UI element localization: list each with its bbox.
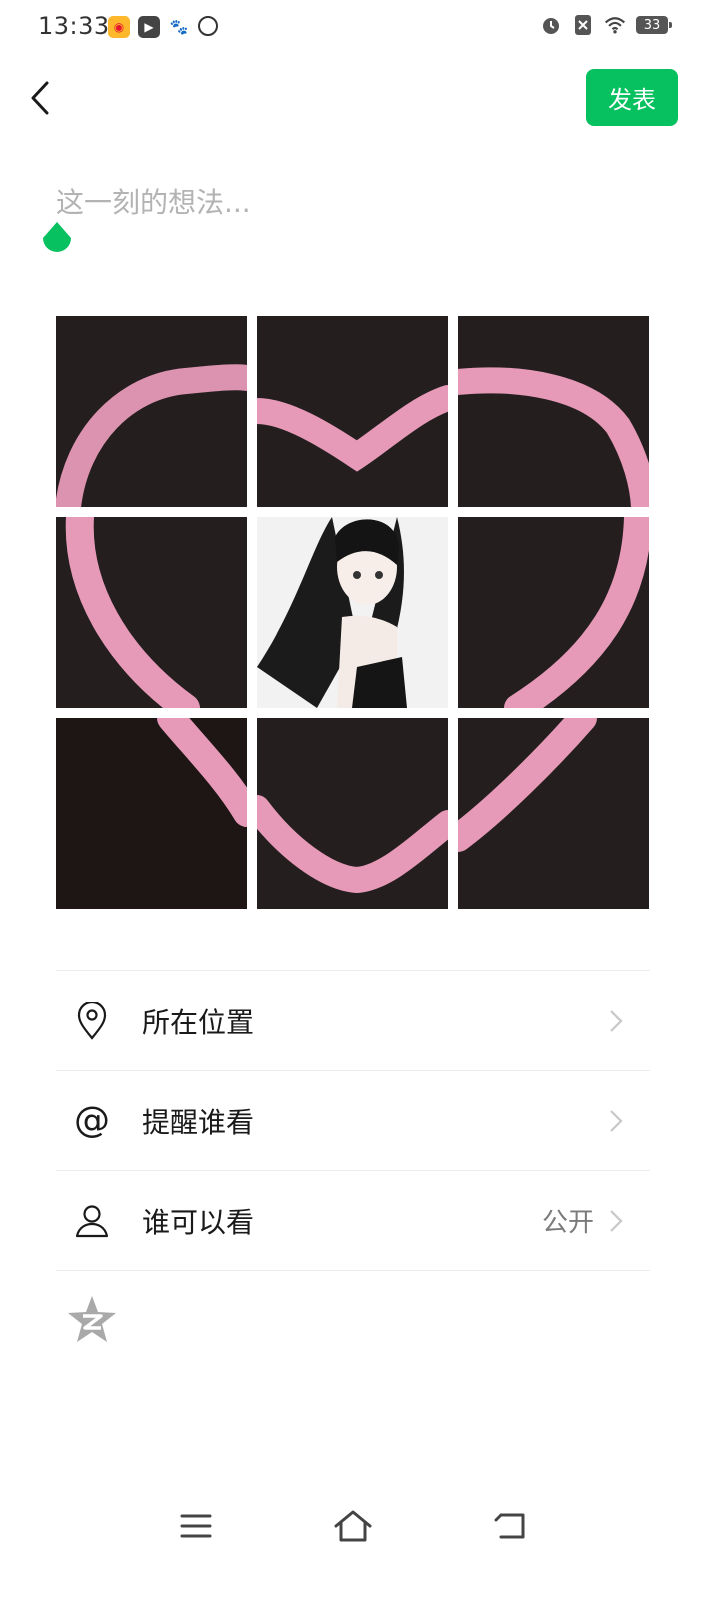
- wind-icon: [198, 16, 218, 36]
- notification-off-icon: [572, 14, 594, 36]
- chevron-right-icon: [610, 1209, 623, 1232]
- status-app-icons: ◉ ▶ 🐾: [108, 16, 218, 38]
- option-location[interactable]: 所在位置: [56, 970, 650, 1070]
- option-remind[interactable]: @ 提醒谁看: [56, 1070, 650, 1170]
- post-options: 所在位置 @ 提醒谁看 谁可以看 公开: [56, 970, 650, 1271]
- status-time: 13:33: [38, 12, 110, 40]
- image-grid: [56, 316, 650, 910]
- status-indicators: 33: [540, 14, 672, 36]
- home-icon: [334, 1510, 372, 1542]
- battery-icon: 33: [636, 16, 672, 34]
- image-tile[interactable]: [257, 316, 448, 507]
- image-tile-portrait[interactable]: [257, 517, 448, 708]
- chevron-right-icon: [610, 1009, 623, 1032]
- system-nav-bar: [0, 1490, 720, 1570]
- video-player-icon: ▶: [138, 16, 160, 38]
- menu-icon: [180, 1514, 212, 1538]
- status-bar: 13:33 ◉ ▶ 🐾 33: [0, 0, 720, 56]
- option-label: 提醒谁看: [142, 1105, 255, 1139]
- image-tile[interactable]: [56, 517, 247, 708]
- chevron-left-icon: [31, 81, 49, 115]
- option-label: 所在位置: [142, 1005, 255, 1039]
- wifi-icon: [604, 14, 626, 36]
- image-tile[interactable]: [458, 316, 649, 507]
- person-icon: [72, 1201, 112, 1241]
- publish-button[interactable]: 发表: [586, 69, 678, 126]
- image-tile[interactable]: [56, 718, 247, 909]
- weibo-icon: ◉: [108, 16, 130, 38]
- qzone-star-icon[interactable]: [66, 1294, 118, 1346]
- chevron-right-icon: [610, 1109, 623, 1132]
- back-nav-button[interactable]: [486, 1506, 534, 1546]
- visibility-value: 公开: [541, 1208, 594, 1238]
- option-visibility[interactable]: 谁可以看 公开: [56, 1170, 650, 1271]
- alarm-icon: [540, 14, 562, 36]
- home-button[interactable]: [329, 1506, 377, 1546]
- text-cursor-handle[interactable]: [41, 222, 73, 258]
- baidu-icon: 🐾: [168, 16, 190, 38]
- menu-button[interactable]: [172, 1506, 220, 1546]
- image-tile[interactable]: [56, 316, 247, 507]
- location-pin-icon: [72, 1001, 112, 1041]
- image-tile[interactable]: [458, 718, 649, 909]
- back-button[interactable]: [20, 76, 60, 120]
- image-tile[interactable]: [257, 718, 448, 909]
- at-sign-icon: @: [74, 1100, 110, 1141]
- option-label: 谁可以看: [142, 1205, 255, 1239]
- back-icon: [494, 1513, 525, 1539]
- image-tile[interactable]: [458, 517, 649, 708]
- thought-input[interactable]: [56, 178, 650, 226]
